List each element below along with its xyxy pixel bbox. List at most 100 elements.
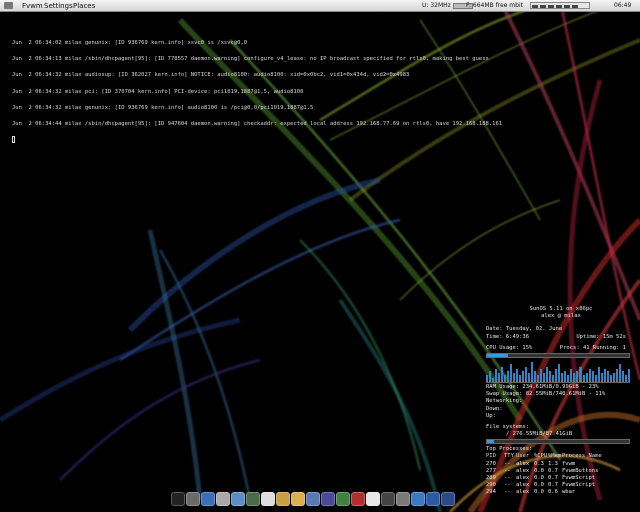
prev-icon[interactable]: [532, 5, 538, 8]
cpu-graph-bar: [507, 370, 510, 382]
cpu-graph-bar: [549, 370, 552, 382]
gear-icon[interactable]: [396, 492, 410, 506]
cpu-graph-bar: [615, 368, 618, 382]
process-cell: 277: [486, 467, 496, 474]
x-icon[interactable]: [261, 492, 275, 506]
terminal-output[interactable]: Jun 2 06:34:02 milax genunix: [ID 936769…: [12, 31, 572, 154]
process-cell: --: [504, 489, 511, 496]
clock: 06:49: [614, 2, 632, 9]
date-value: Tuesday, 02. June: [505, 326, 563, 333]
process-row: 270 -- alex 0.3 1.3 fvwm: [486, 461, 636, 468]
menu-settings[interactable]: Settings: [44, 1, 73, 11]
process-row: 294 -- alex 0.0 0.6 wbar: [486, 489, 636, 496]
book-icon[interactable]: [351, 492, 365, 506]
terminal-line: Jun 2 06:34:13 milax /sbin/dhcpagent[95]…: [12, 56, 489, 63]
process-cell: alex: [516, 460, 530, 467]
cpu-graph-bar: [603, 368, 606, 382]
terminal-line: Jun 2 06:34:02 milax genunix: [ID 936769…: [12, 40, 248, 47]
play-icon[interactable]: [540, 5, 546, 8]
cpu-graph-bar: [567, 375, 570, 382]
cpu-graph-bar: [624, 375, 627, 382]
cpu-graph-bar: [516, 368, 519, 382]
search-icon[interactable]: [426, 492, 440, 506]
process-cell: FvwmScript: [562, 482, 596, 489]
network-icon[interactable]: [231, 492, 245, 506]
process-cell: 0.3: [534, 460, 544, 467]
process-cell: --: [504, 460, 511, 467]
cpu-graph-bar: [537, 375, 540, 382]
cpu-graph-bar: [579, 366, 582, 382]
process-cell: alex: [516, 467, 530, 474]
process-list: 270 -- alex 0.3 1.3 fvwm 277 -- alex 0.0 0.7 FvwmBu…: [486, 461, 636, 497]
conky-user: alex @ milax: [541, 313, 581, 320]
notes-icon[interactable]: [276, 492, 290, 506]
cpu-graph-bar: [582, 375, 585, 382]
display-icon[interactable]: [246, 492, 260, 506]
cpu-graph-bar: [564, 370, 567, 382]
memory-indicator: F: 664MB free mbit: [466, 2, 523, 9]
swap-usage: Swap Usage: 82.55MiB/740.61MiB - 11%: [486, 391, 606, 398]
process-cell: 289: [486, 475, 496, 482]
cpu-graph-bar: [519, 375, 522, 382]
cpu-graph-bar: [573, 373, 576, 382]
cpu-graph-bar: [522, 370, 525, 382]
cpu-graph-bar: [597, 366, 600, 382]
plug-icon[interactable]: [381, 492, 395, 506]
cpu-bar: [486, 352, 630, 358]
mail-icon[interactable]: [216, 492, 230, 506]
uptime-value: 15m 52s: [602, 333, 626, 340]
folder-icon[interactable]: [291, 492, 305, 506]
process-cell: --: [504, 475, 511, 482]
conky-monitor: SunOS 5.11 on x86pc alex @ milax Date: T…: [486, 306, 636, 497]
mixer-icon[interactable]: [186, 492, 200, 506]
cpu-graph-bar: [612, 373, 615, 382]
cpu-graph-bar: [531, 362, 534, 382]
process-cell: 294: [486, 489, 496, 496]
networking-label: Networking:: [486, 398, 523, 405]
fs-bar: [486, 439, 630, 445]
stop-icon[interactable]: [556, 5, 562, 8]
cpu-graph-bar: [489, 370, 492, 382]
process-cell: wbar: [562, 489, 576, 496]
process-cell: fvwm: [562, 460, 576, 467]
cpu-graph-bar: [591, 370, 594, 382]
ram-usage: RAM Usage: 234.61MiB/0.99GiB - 23%: [486, 383, 599, 390]
files-icon[interactable]: [306, 492, 320, 506]
cpu-graph-bar: [609, 375, 612, 382]
cpu-graph-bar: [543, 373, 546, 382]
fvwm-logo-icon[interactable]: [4, 2, 13, 9]
system-icon[interactable]: [411, 492, 425, 506]
time-label: Time:: [486, 333, 503, 340]
package-icon[interactable]: [321, 492, 335, 506]
cpu-graph: [486, 360, 630, 383]
eject-icon[interactable]: [572, 5, 578, 8]
process-cell: alex: [516, 482, 530, 489]
cpu-graph-bar: [513, 373, 516, 382]
fs-usage: / 276.55MiB/87.41GiB: [506, 431, 573, 438]
globe-icon[interactable]: [201, 492, 215, 506]
pause-icon[interactable]: [548, 5, 554, 8]
terminal-line: Jun 2 06:34:32 milax genunix: [ID 936769…: [12, 104, 314, 111]
process-header: PID TTY User %CPU%MemProcess Name: [486, 453, 602, 460]
process-cell: 0.6: [548, 489, 558, 496]
cpu-graph-bar: [486, 375, 489, 382]
cpu-graph-bar: [552, 375, 555, 382]
pen-icon[interactable]: [336, 492, 350, 506]
menu-fvwm[interactable]: Fvwm: [22, 1, 43, 11]
menu-places[interactable]: Places: [73, 1, 95, 11]
help-icon[interactable]: [366, 492, 380, 506]
media-player-controls[interactable]: [530, 2, 590, 9]
terminal-icon[interactable]: [171, 492, 185, 506]
cpu-graph-bar: [588, 368, 591, 382]
terminal-line: Jun 2 06:34:44 milax /sbin/dhcpagent[95]…: [12, 121, 503, 128]
cpu-graph-bar: [495, 368, 498, 382]
next-icon[interactable]: [564, 5, 570, 8]
up-label: Up:: [486, 412, 496, 419]
wbar-dock: [171, 489, 455, 509]
process-cell: 0.0: [534, 467, 544, 474]
process-cell: 0.7: [548, 467, 558, 474]
terminal-cursor: [12, 136, 15, 144]
power-icon[interactable]: [441, 492, 455, 506]
process-cell: 270: [486, 460, 496, 467]
cpu-graph-bar: [546, 366, 549, 382]
